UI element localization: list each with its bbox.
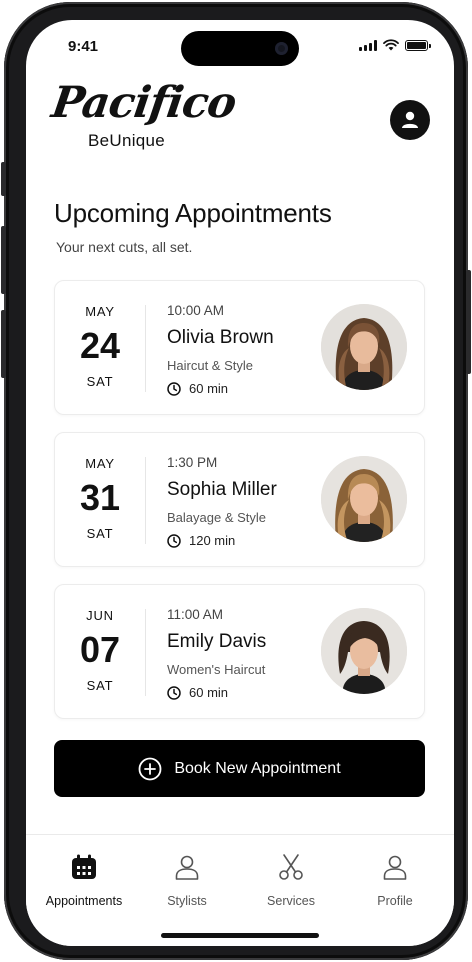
dynamic-island	[181, 31, 299, 66]
clock-icon	[167, 685, 181, 700]
card-divider	[145, 609, 146, 696]
appointment-time: 10:00 AM	[167, 303, 225, 318]
home-indicator[interactable]	[161, 933, 319, 938]
appointment-duration: 120 min	[167, 533, 277, 548]
appointment-date: JUN 07 SAT	[55, 585, 145, 718]
brand-logo: Pacifico BeUnique	[48, 78, 239, 151]
signal-icon	[359, 39, 377, 51]
card-divider	[145, 457, 146, 544]
side-button	[1, 162, 6, 196]
appointment-time: 11:00 AM	[167, 607, 224, 622]
client-photo	[321, 304, 407, 390]
tab-stylists[interactable]: Stylists	[137, 851, 237, 908]
appointment-day: 24	[79, 325, 121, 366]
camera-icon	[275, 42, 288, 55]
client-photo	[321, 456, 407, 542]
tab-label: Appointments	[45, 894, 123, 908]
appointment-card[interactable]: MAY 24 SAT 10:00 AM Olivia Brown Haircut…	[54, 280, 425, 415]
appointment-month: MAY	[85, 456, 115, 471]
duration-text: 60 min	[189, 685, 229, 700]
appointment-info: 1:30 PM Sophia Miller Balayage & Style 1…	[167, 455, 277, 548]
clock-icon	[167, 381, 181, 396]
duration-text: 60 min	[189, 381, 229, 396]
tab-label: Services	[267, 894, 315, 908]
card-divider	[145, 305, 146, 392]
appointment-duration: 60 min	[167, 685, 266, 700]
status-icons	[359, 39, 431, 51]
tab-services[interactable]: Services	[241, 851, 341, 908]
user-icon	[402, 111, 418, 128]
service-name: Balayage & Style	[167, 510, 267, 525]
app-screen: 9:41 Pacifico BeUnique Upcoming Appointm…	[26, 20, 454, 946]
appointment-date: MAY 31 SAT	[55, 433, 145, 566]
calendar-icon	[72, 854, 96, 879]
appointment-duration: 60 min	[167, 381, 274, 396]
battery-icon	[405, 39, 431, 51]
page-subtitle: Your next cuts, all set.	[56, 239, 193, 255]
side-button	[1, 226, 6, 294]
duration-text: 120 min	[189, 533, 236, 548]
client-photo	[321, 608, 407, 694]
appointment-weekday: SAT	[86, 526, 114, 541]
wifi-icon	[383, 39, 399, 51]
phone-frame: 9:41 Pacifico BeUnique Upcoming Appointm…	[1, 2, 471, 960]
tab-bar: Appointments Stylists Services Profile	[26, 834, 454, 946]
person-icon	[175, 855, 199, 880]
appointment-day: 31	[79, 477, 121, 518]
tab-label: Profile	[377, 894, 413, 908]
appointment-info: 10:00 AM Olivia Brown Haircut & Style 60…	[167, 303, 274, 396]
appointment-month: MAY	[85, 304, 115, 319]
side-button	[1, 310, 6, 378]
client-name: Emily Davis	[167, 631, 267, 652]
tab-label: Stylists	[167, 894, 207, 908]
person-icon	[383, 855, 407, 880]
appointment-month: JUN	[86, 608, 114, 623]
scissors-icon	[279, 854, 303, 880]
appointment-day: 07	[79, 629, 121, 670]
plus-circle-icon	[138, 757, 162, 780]
side-button	[466, 270, 471, 374]
appointment-info: 11:00 AM Emily Davis Women's Haircut 60 …	[167, 607, 266, 700]
book-appointment-label: Book New Appointment	[174, 759, 341, 777]
account-button[interactable]	[390, 100, 430, 140]
book-appointment-button[interactable]: Book New Appointment	[54, 740, 425, 797]
tab-appointments[interactable]: Appointments	[34, 851, 134, 908]
status-bar: 9:41	[26, 20, 454, 72]
status-time: 9:41	[68, 38, 99, 55]
appointment-card[interactable]: MAY 31 SAT 1:30 PM Sophia Miller Balayag…	[54, 432, 425, 567]
clock-icon	[167, 533, 181, 548]
brand-tagline: BeUnique	[88, 131, 166, 150]
client-name: Olivia Brown	[167, 327, 274, 348]
appointment-date: MAY 24 SAT	[55, 281, 145, 414]
client-name: Sophia Miller	[167, 479, 277, 500]
brand-name: Pacifico	[48, 78, 239, 128]
appointment-card[interactable]: JUN 07 SAT 11:00 AM Emily Davis Women's …	[54, 584, 425, 719]
tab-profile[interactable]: Profile	[345, 851, 445, 908]
service-name: Women's Haircut	[167, 662, 266, 677]
appointment-time: 1:30 PM	[167, 455, 218, 470]
appointment-weekday: SAT	[86, 678, 114, 693]
appointment-weekday: SAT	[86, 374, 114, 389]
page-title: Upcoming Appointments	[54, 198, 332, 228]
service-name: Haircut & Style	[167, 358, 253, 373]
